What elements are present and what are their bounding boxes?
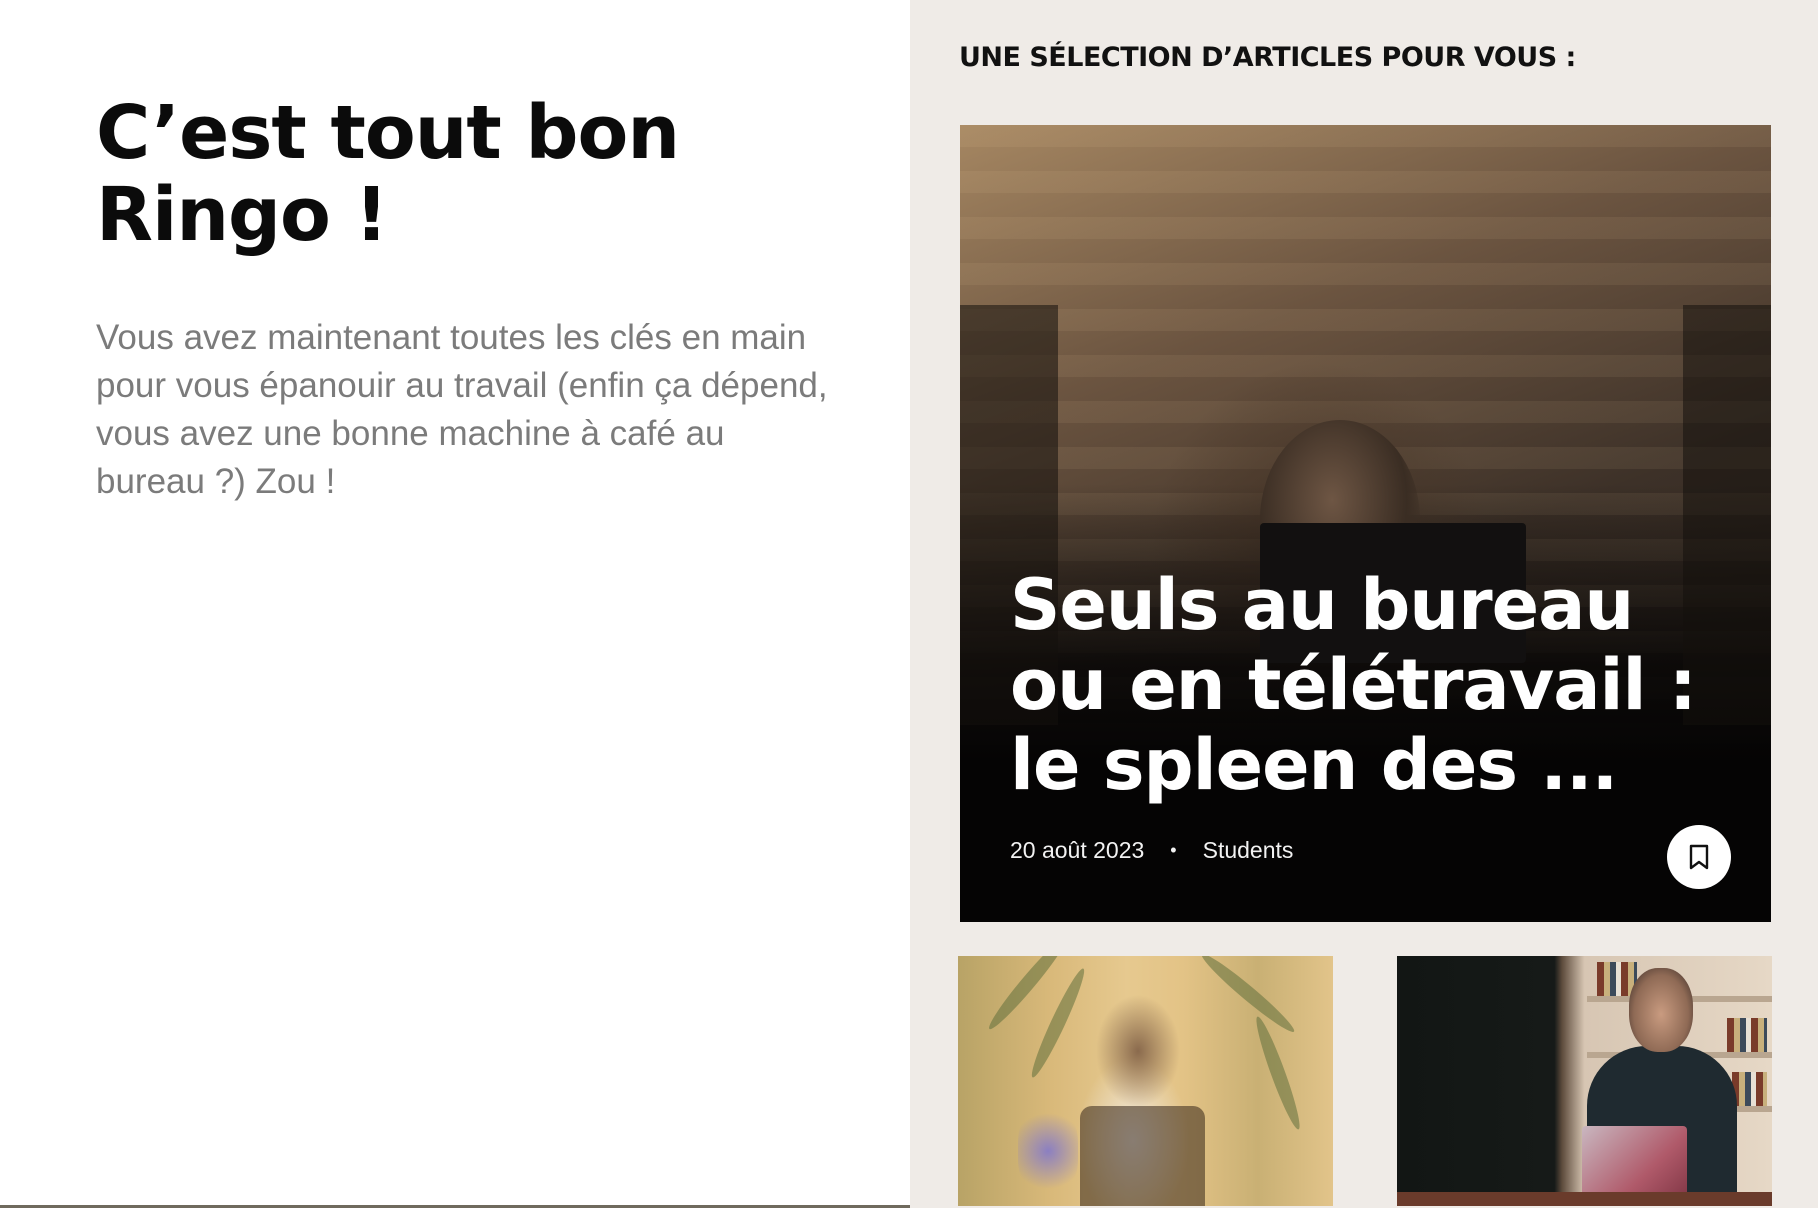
desk bbox=[1397, 1192, 1772, 1206]
books bbox=[1732, 1072, 1767, 1106]
page-description: Vous avez maintenant toutes les clés en … bbox=[96, 318, 828, 501]
bookmark-icon bbox=[1689, 844, 1709, 870]
featured-article-card[interactable]: Seuls au bureau ou en télétravail : le s… bbox=[960, 125, 1771, 922]
article-card[interactable] bbox=[958, 956, 1333, 1206]
chair bbox=[1080, 1106, 1205, 1206]
article-card[interactable] bbox=[1397, 956, 1772, 1206]
flowers bbox=[1018, 1106, 1078, 1196]
article-selection-heading: UNE SÉLECTION D’ARTICLES POUR VOUS : bbox=[959, 42, 1576, 73]
article-category[interactable]: Students bbox=[1203, 837, 1294, 864]
left-panel: C’est tout bon Ringo ! Vous avez mainten… bbox=[0, 0, 910, 1208]
bookmark-button[interactable] bbox=[1667, 825, 1731, 889]
article-date: 20 août 2023 bbox=[1010, 837, 1145, 863]
page: C’est tout bon Ringo ! Vous avez mainten… bbox=[0, 0, 1818, 1208]
books bbox=[1727, 1018, 1767, 1052]
featured-article-title[interactable]: Seuls au bureau ou en télétravail : le s… bbox=[1010, 565, 1710, 805]
featured-article-meta: 20 août 2023 • Students bbox=[1010, 837, 1293, 864]
plant-leaf bbox=[1197, 956, 1299, 1037]
person-head bbox=[1629, 968, 1693, 1052]
article-selection-panel: UNE SÉLECTION D’ARTICLES POUR VOUS : Seu… bbox=[910, 0, 1818, 1208]
plant-leaf bbox=[1250, 1014, 1306, 1132]
meta-separator: • bbox=[1170, 840, 1177, 860]
page-title: C’est tout bon Ringo ! bbox=[96, 90, 680, 258]
